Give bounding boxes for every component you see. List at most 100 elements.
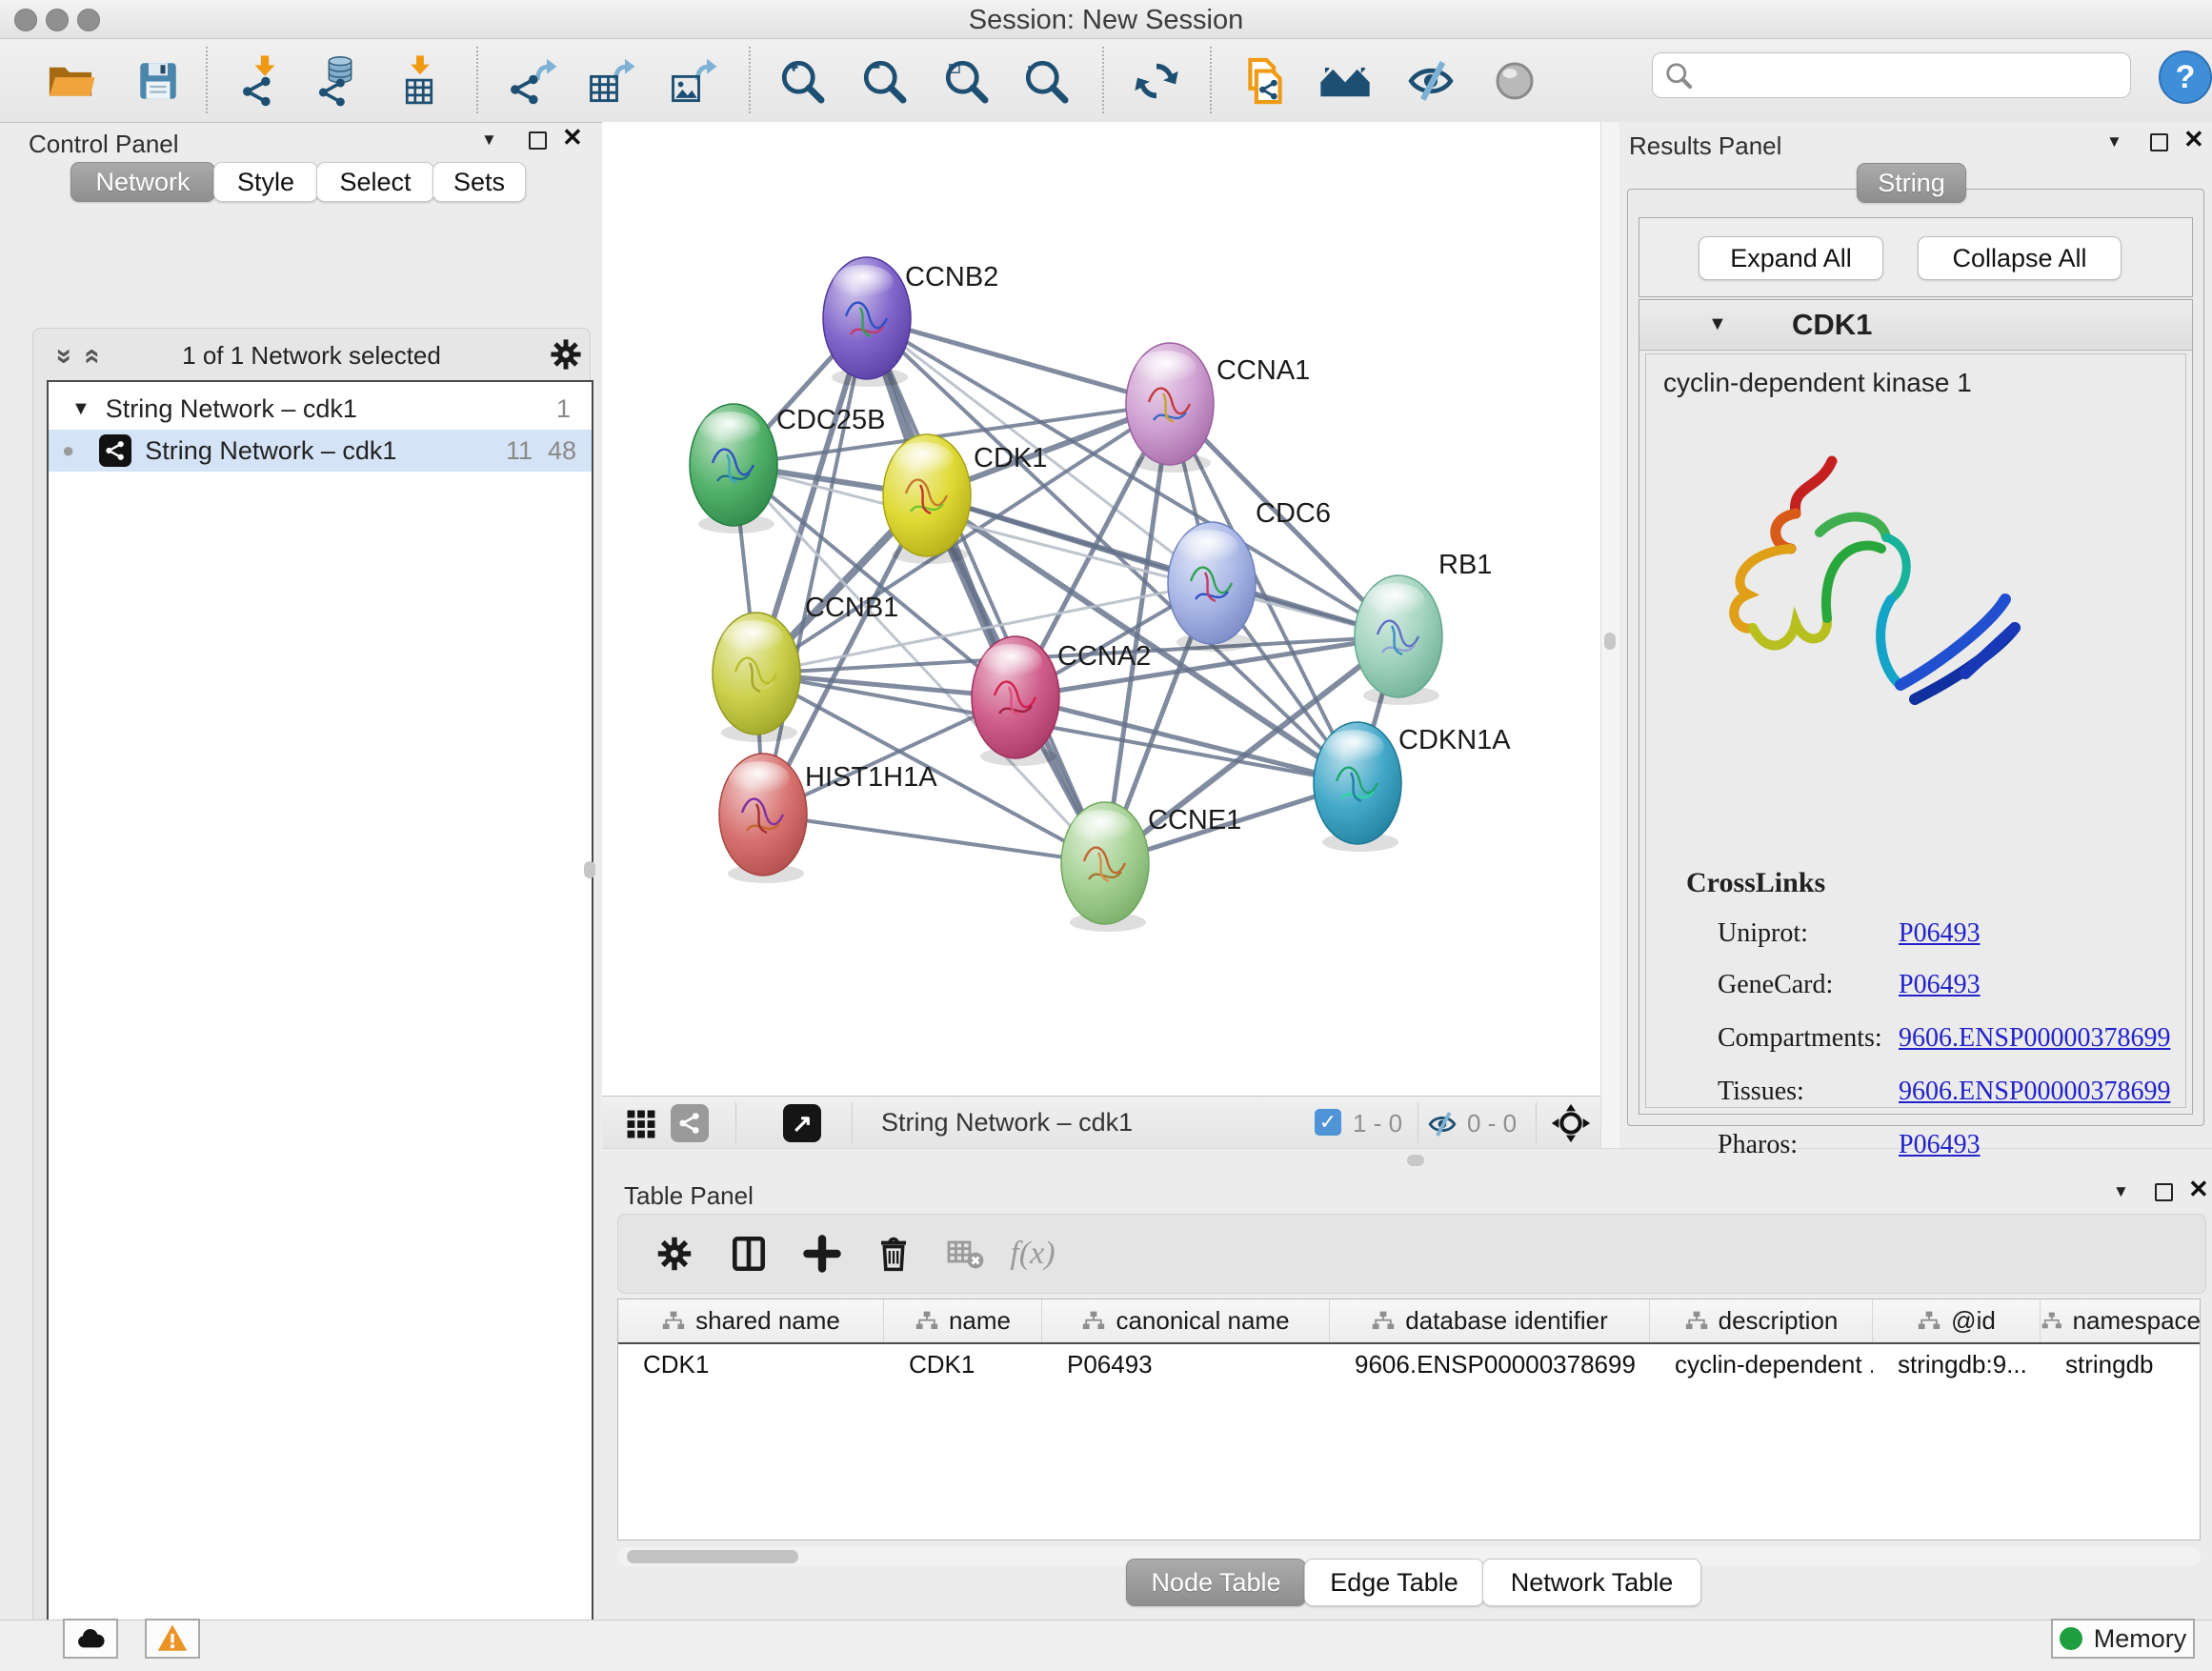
show-columns-button[interactable] [723,1228,774,1279]
memory-button[interactable]: Memory [2051,1619,2195,1659]
show-graphics-details-button[interactable] [1488,54,1541,108]
table-row[interactable]: CDK1CDK1P064939606.ENSP00000378699cyclin… [618,1344,2200,1384]
tab-style[interactable]: Style [213,162,318,202]
save-session-button[interactable] [131,54,185,108]
column-header-description[interactable]: description [1650,1299,1873,1342]
zoom-fit-button[interactable] [939,54,993,108]
import-network-database-button[interactable] [313,54,367,108]
zoom-selected-button[interactable] [1019,54,1073,108]
panel-float-icon[interactable] [529,131,547,150]
expand-all-button[interactable]: Expand All [1699,236,1883,280]
table-cell[interactable]: 9606.ENSP00000378699 [1330,1344,1650,1384]
crosslink-link[interactable]: P06493 [1899,1130,1981,1160]
table-cell[interactable]: stringdb [2041,1344,2201,1384]
column-header-id[interactable]: @id [1873,1299,2041,1342]
column-header-name[interactable]: name [884,1299,1042,1342]
hide-selected-button[interactable] [1404,54,1458,108]
delete-column-button[interactable] [868,1228,919,1279]
network-graph[interactable]: CCNB2CCNA1CDC25BCDK1CDC6RB1CCNB1CCNA2CDK… [602,122,1600,1096]
crosslink-link[interactable]: 9606.ENSP00000378699 [1899,1023,2170,1054]
node-CDC25B[interactable] [690,404,777,534]
vertical-splitter-handle[interactable] [584,861,595,878]
panel-menu-icon[interactable]: ▼ [2113,1182,2129,1201]
search-input[interactable] [1693,60,2106,91]
node-CCNB1[interactable] [713,613,800,742]
protein-card-header[interactable]: ▼ CDK1 [1639,300,2192,351]
panel-menu-icon[interactable]: ▼ [2106,132,2122,151]
table-cell[interactable]: P06493 [1042,1344,1330,1384]
export-network-button[interactable] [507,54,560,108]
crosslink-link[interactable]: P06493 [1899,918,1981,949]
tab-node-table[interactable]: Node Table [1126,1559,1306,1606]
collection-expand-icon[interactable]: ▼ [71,398,90,420]
attribute-icon [1917,1309,1941,1334]
tab-string[interactable]: String [1857,163,1966,203]
node-CDKN1A[interactable] [1314,722,1401,852]
column-header-namespace[interactable]: namespace [2041,1299,2201,1342]
crosslink-link[interactable]: 9606.ENSP00000378699 [1899,1077,2170,1107]
panel-float-icon[interactable] [2155,1183,2173,1201]
fit-selection-crosshair-icon[interactable] [1551,1103,1591,1143]
panel-close-icon[interactable]: ✕ [562,128,583,147]
node-HIST1H1A[interactable] [719,754,807,883]
help-button[interactable]: ? [2159,50,2212,104]
column-header-shared-name[interactable]: shared name [618,1299,884,1342]
zoom-in-button[interactable] [775,54,829,108]
edge-CCNA1-CCNE1[interactable] [1105,404,1170,863]
scrollbar-thumb[interactable] [627,1550,798,1563]
column-header-canonical-name[interactable]: canonical name [1042,1299,1330,1342]
horizontal-splitter-handle[interactable] [1407,1155,1424,1166]
node-CCNA1[interactable] [1126,343,1214,473]
refresh-button[interactable] [1130,54,1183,108]
delete-table-button[interactable] [939,1228,991,1279]
import-table-button[interactable] [392,54,446,108]
panel-close-icon[interactable]: ✕ [2188,1179,2209,1198]
zoom-out-button[interactable] [857,54,911,108]
network-collection-row[interactable]: ▼ String Network – cdk1 1 [49,388,592,430]
node-CDC6[interactable] [1168,522,1256,652]
import-network-file-button[interactable] [237,54,291,108]
network-options-gear-icon[interactable] [548,336,584,372]
table-settings-button[interactable] [649,1228,700,1279]
first-neighbors-button[interactable] [1318,54,1372,108]
copy-network-button[interactable] [1238,54,1292,108]
table-cell[interactable]: CDK1 [618,1344,884,1384]
cloud-status-button[interactable] [63,1619,118,1659]
function-builder-button[interactable]: f(x) [1007,1228,1058,1279]
collapse-all-button[interactable]: Collapse All [1918,236,2122,280]
add-column-button[interactable] [796,1228,848,1279]
export-table-button[interactable] [585,54,638,108]
node-CCNE1[interactable] [1061,802,1149,932]
vertical-splitter-handle[interactable] [1604,633,1616,650]
table-cell[interactable]: cyclin-dependent ... [1650,1344,1873,1384]
crosslink-link[interactable]: P06493 [1899,970,1981,1000]
selected-checkbox-icon[interactable]: ✓ [1315,1109,1341,1136]
tab-network-table[interactable]: Network Table [1482,1559,1701,1606]
column-header-database-identifier[interactable]: database identifier [1330,1299,1650,1342]
network-share-view-icon[interactable] [671,1104,709,1142]
panel-close-icon[interactable]: ✕ [2183,130,2204,149]
grid-view-icon[interactable] [625,1108,657,1140]
edge-HIST1H1A-CCNE1[interactable] [763,815,1105,863]
network-view-toolbar: ↗ String Network – cdk1 ✓ 1 - 0 0 - 0 [602,1096,1600,1149]
node-RB1[interactable] [1355,575,1442,705]
export-image-button[interactable] [667,54,720,108]
panel-menu-icon[interactable]: ▼ [481,131,497,150]
table-cell[interactable]: stringdb:9... [1873,1344,2041,1384]
tab-select[interactable]: Select [316,162,434,202]
node-CCNB2[interactable] [823,257,911,387]
tab-sets[interactable]: Sets [432,162,526,202]
global-search-field[interactable] [1652,52,2131,98]
panel-float-icon[interactable] [2150,133,2168,151]
open-session-button[interactable] [44,54,97,108]
network-row[interactable]: ● String Network – cdk1 11 48 [49,430,592,472]
fx-icon: f(x) [1010,1236,1055,1272]
attribute-icon [1081,1309,1106,1334]
table-cell[interactable]: CDK1 [884,1344,1042,1384]
tab-edge-table[interactable]: Edge Table [1304,1559,1484,1606]
network-view-canvas[interactable]: CCNB2CCNA1CDC25BCDK1CDC6RB1CCNB1CCNA2CDK… [602,122,1600,1096]
tab-network[interactable]: Network [70,162,215,202]
warnings-button[interactable] [145,1619,200,1659]
collapse-card-icon[interactable]: ▼ [1708,313,1727,335]
birdseye-view-icon[interactable]: ↗ [783,1104,821,1142]
